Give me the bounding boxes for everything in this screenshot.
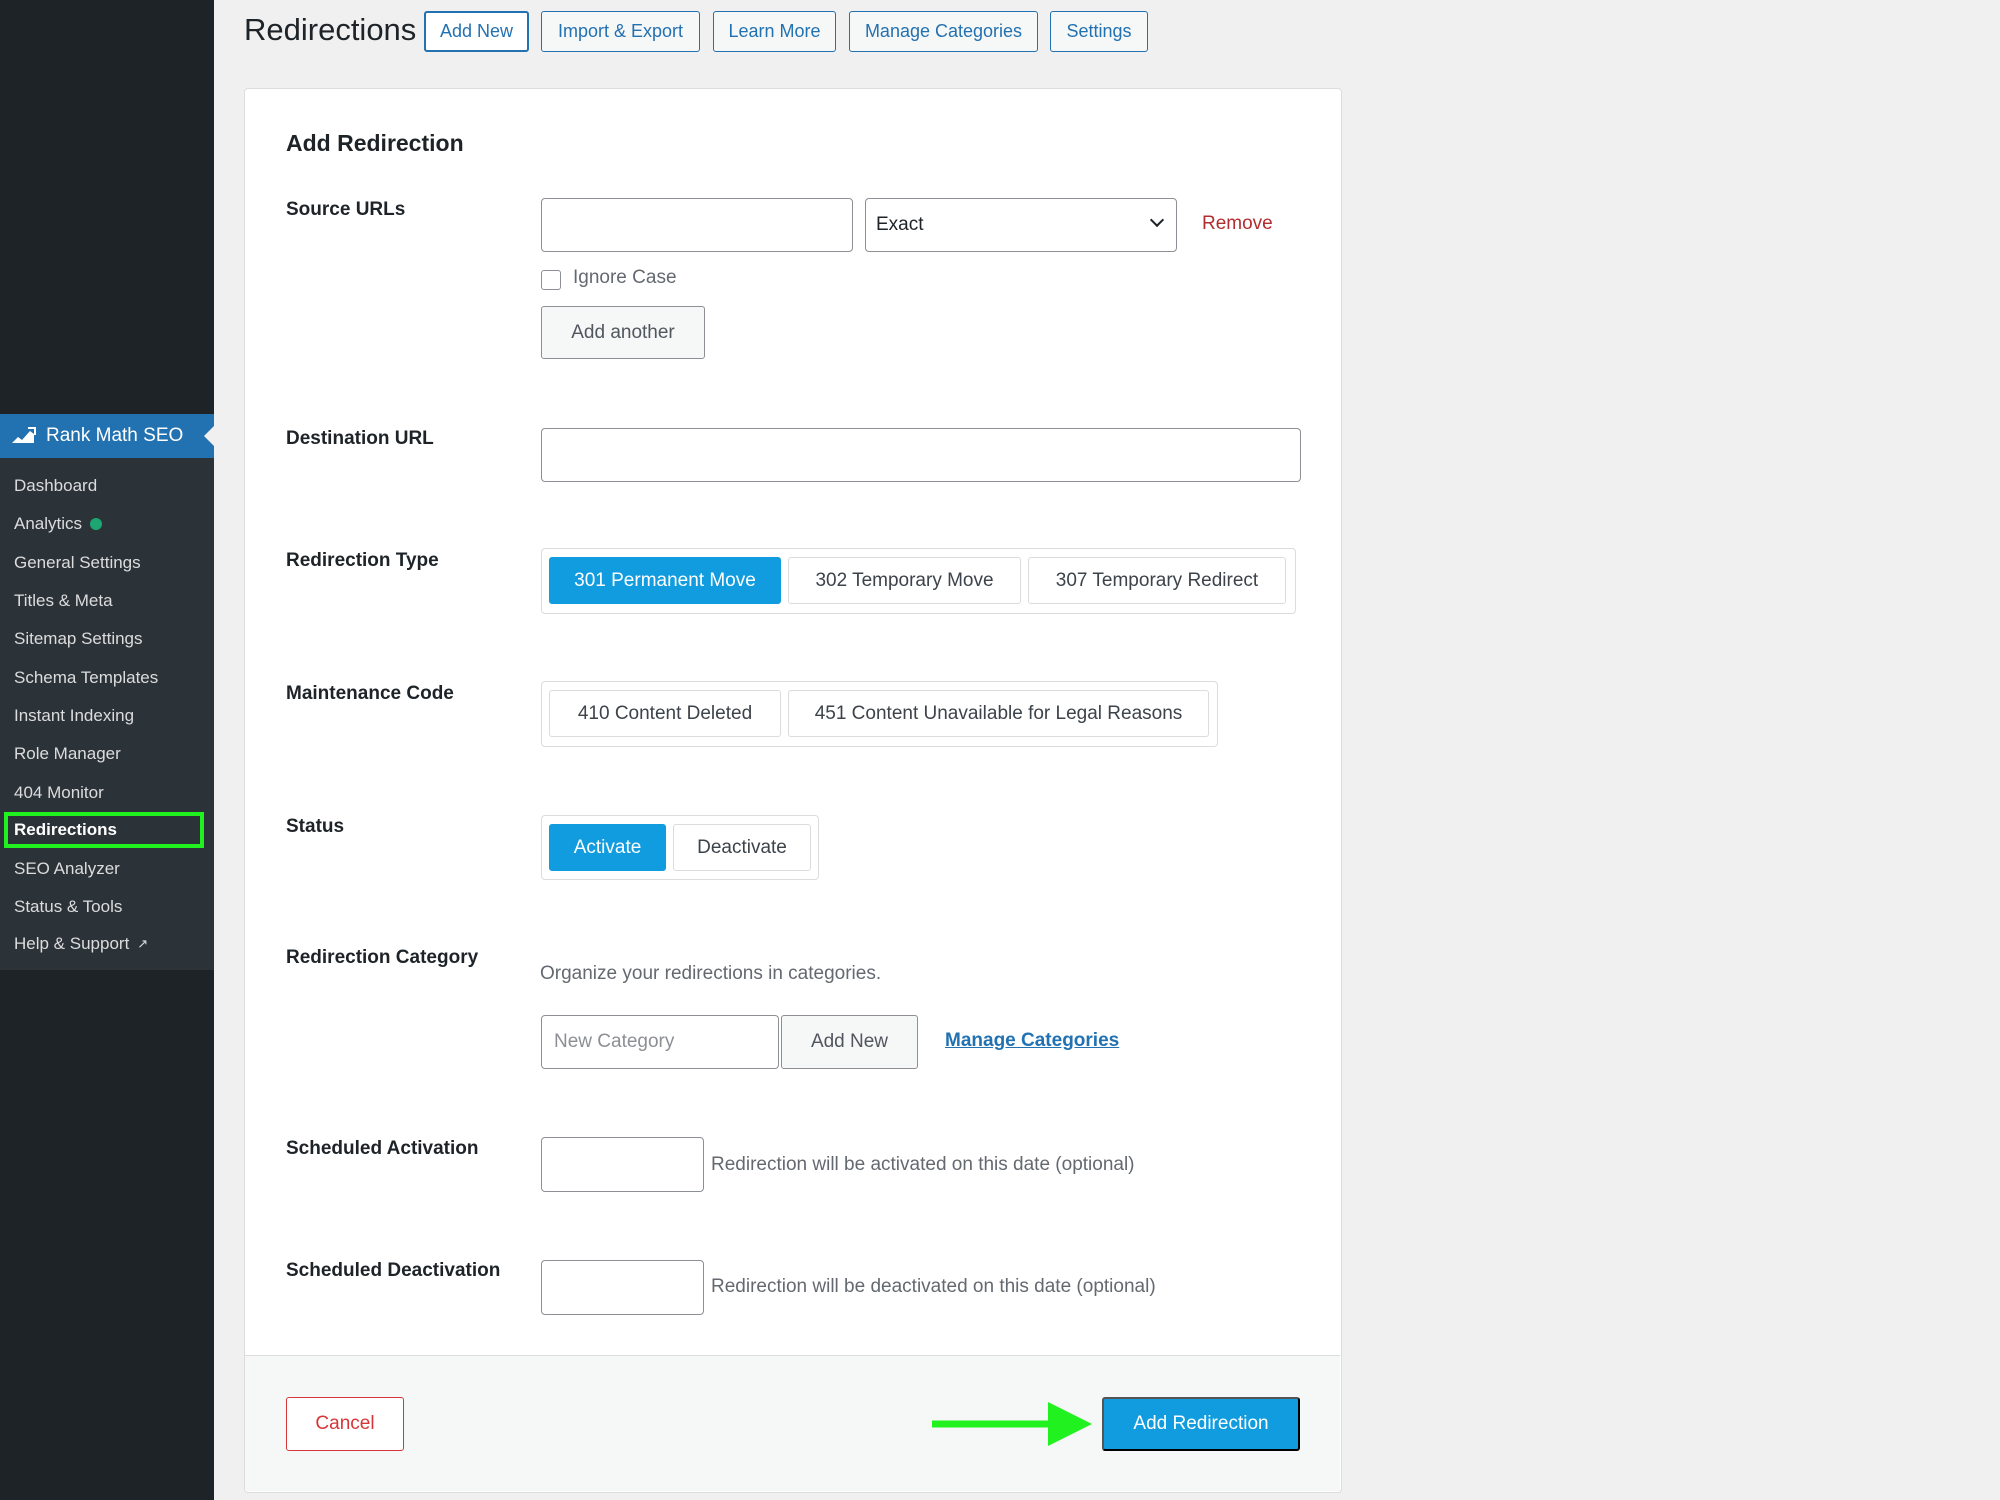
- activation-date-input[interactable]: [541, 1137, 704, 1192]
- status-group: Activate Deactivate: [541, 815, 819, 880]
- sidebar-item-general-settings[interactable]: General Settings: [14, 548, 141, 578]
- type-302-button[interactable]: 302 Temporary Move: [788, 557, 1021, 604]
- card-title: Add Redirection: [286, 130, 464, 156]
- maintenance-code-group: 410 Content Deleted 451 Content Unavaila…: [541, 681, 1218, 747]
- deactivate-button[interactable]: Deactivate: [673, 824, 811, 871]
- redirection-type-group: 301 Permanent Move 302 Temporary Move 30…: [541, 548, 1296, 614]
- deactivation-date-input[interactable]: [541, 1260, 704, 1315]
- destination-url-label: Destination URL: [286, 428, 434, 449]
- scheduled-activation-label: Scheduled Activation: [286, 1138, 479, 1159]
- add-another-button[interactable]: Add another: [541, 306, 705, 359]
- sidebar-item-help-support[interactable]: Help & Support ↗: [14, 929, 148, 959]
- status-dot-icon: [90, 518, 103, 530]
- current-menu-arrow: [204, 426, 214, 446]
- page-title: Redirections: [244, 12, 417, 47]
- type-301-button[interactable]: 301 Permanent Move: [549, 557, 781, 604]
- redirection-type-label: Redirection Type: [286, 550, 439, 571]
- ignore-case-checkbox[interactable]: [541, 270, 561, 290]
- manage-categories-button[interactable]: Manage Categories: [849, 11, 1038, 52]
- source-urls-label: Source URLs: [286, 199, 406, 220]
- add-redirection-button[interactable]: Add Redirection: [1102, 1397, 1300, 1451]
- ignore-case-label: Ignore Case: [573, 267, 677, 288]
- remove-link[interactable]: Remove: [1202, 213, 1273, 235]
- annotation-highlight-box: [4, 812, 204, 848]
- status-label: Status: [286, 816, 345, 837]
- import-export-button[interactable]: Import & Export: [541, 11, 700, 52]
- sidebar-item-status-tools[interactable]: Status & Tools: [14, 892, 122, 922]
- scheduled-deactivation-label: Scheduled Deactivation: [286, 1260, 501, 1281]
- cancel-button[interactable]: Cancel: [286, 1397, 404, 1451]
- learn-more-button[interactable]: Learn More: [713, 11, 836, 52]
- redirection-category-label: Redirection Category: [286, 947, 479, 968]
- sidebar-item-role-manager[interactable]: Role Manager: [14, 739, 121, 769]
- match-type-select[interactable]: Exact: [865, 198, 1177, 252]
- sidebar-item-analytics[interactable]: Analytics: [14, 509, 103, 539]
- category-description: Organize your redirections in categories…: [540, 963, 882, 984]
- sidebar-item-titles-meta[interactable]: Titles & Meta: [14, 586, 113, 616]
- new-category-input[interactable]: New Category: [541, 1015, 779, 1069]
- type-307-button[interactable]: 307 Temporary Redirect: [1028, 557, 1286, 604]
- maintenance-code-label: Maintenance Code: [286, 683, 454, 704]
- annotation-arrow-icon: [932, 1402, 1092, 1446]
- activation-help-text: Redirection will be activated on this da…: [711, 1154, 1135, 1175]
- sidebar-plugin-header[interactable]: Rank Math SEO: [0, 414, 214, 458]
- activate-button[interactable]: Activate: [549, 824, 666, 871]
- settings-button[interactable]: Settings: [1050, 11, 1148, 52]
- chevron-down-icon: [1149, 212, 1165, 228]
- sidebar-item-seo-analyzer[interactable]: SEO Analyzer: [14, 854, 120, 884]
- sidebar-item-sitemap-settings[interactable]: Sitemap Settings: [14, 624, 143, 654]
- source-url-input[interactable]: [541, 198, 853, 252]
- sidebar-item-instant-indexing[interactable]: Instant Indexing: [14, 701, 134, 731]
- plugin-name: Rank Math SEO: [46, 425, 184, 446]
- add-category-button[interactable]: Add New: [781, 1015, 918, 1069]
- code-451-button[interactable]: 451 Content Unavailable for Legal Reason…: [788, 690, 1209, 737]
- destination-url-input[interactable]: [541, 428, 1301, 482]
- deactivation-help-text: Redirection will be deactivated on this …: [711, 1276, 1156, 1297]
- sidebar-item-dashboard[interactable]: Dashboard: [14, 471, 97, 501]
- sidebar-item-schema-templates[interactable]: Schema Templates: [14, 663, 158, 693]
- external-link-icon: ↗: [137, 936, 149, 951]
- sidebar-item-404-monitor[interactable]: 404 Monitor: [14, 778, 104, 808]
- manage-categories-link[interactable]: Manage Categories: [945, 1030, 1119, 1052]
- add-new-button[interactable]: Add New: [424, 11, 529, 52]
- rank-math-logo-icon: [10, 425, 36, 447]
- code-410-button[interactable]: 410 Content Deleted: [549, 690, 781, 737]
